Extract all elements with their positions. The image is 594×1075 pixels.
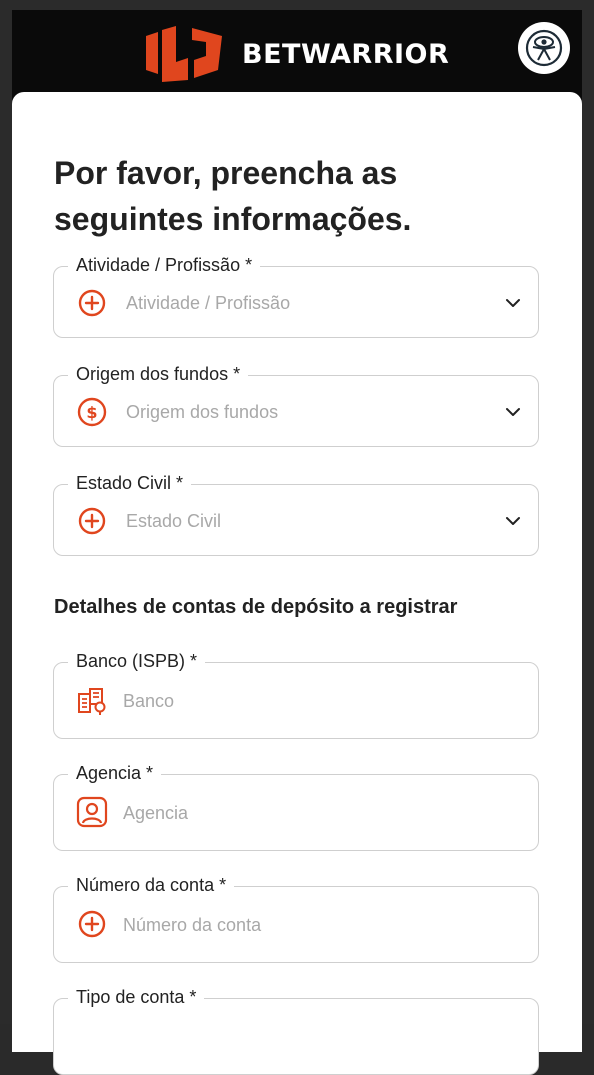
field-label: Agencia * bbox=[68, 761, 162, 785]
field-label: Atividade / Profissão * bbox=[68, 253, 261, 277]
account-type-field[interactable]: Tipo de conta * bbox=[53, 985, 539, 1075]
plus-circle-icon bbox=[76, 287, 108, 319]
betwarrior-w-logo-icon bbox=[146, 26, 222, 82]
brand-logo[interactable]: BETWARRIOR bbox=[144, 24, 474, 84]
field-label: Número da conta * bbox=[68, 873, 235, 897]
field-placeholder: Banco bbox=[123, 691, 175, 711]
top-header: BETWARRIOR bbox=[12, 10, 582, 100]
profession-select[interactable]: Atividade / Profissão * Atividade / Prof… bbox=[53, 253, 539, 338]
accessibility-button[interactable] bbox=[518, 22, 570, 74]
account-number-field[interactable]: Número da conta * Número da conta bbox=[53, 873, 539, 963]
field-placeholder: Agencia bbox=[123, 803, 189, 823]
form-card: Por favor, preencha as seguintes informa… bbox=[12, 92, 582, 1075]
funds-origin-select[interactable]: Origem dos fundos * $ Origem dos fundos bbox=[53, 362, 539, 447]
person-badge-icon bbox=[76, 796, 108, 828]
field-placeholder: Origem dos fundos bbox=[126, 402, 279, 422]
field-label: Banco (ISPB) * bbox=[68, 649, 206, 673]
chevron-down-icon bbox=[506, 517, 520, 525]
dollar-circle-icon: $ bbox=[76, 396, 108, 428]
field-label: Origem dos fundos * bbox=[68, 362, 249, 386]
agency-field[interactable]: Agencia * Agencia bbox=[53, 761, 539, 851]
chevron-down-icon bbox=[506, 299, 520, 307]
chevron-down-icon bbox=[506, 408, 520, 416]
app-frame: BETWARRIOR Por favor, preencha as seguin… bbox=[0, 0, 594, 1075]
accessibility-icon bbox=[525, 29, 563, 67]
field-label: Estado Civil * bbox=[68, 471, 192, 495]
marital-status-select[interactable]: Estado Civil * Estado Civil bbox=[53, 471, 539, 556]
deposit-section-title: Detalhes de contas de depósito a registr… bbox=[54, 596, 458, 618]
plus-circle-icon bbox=[76, 505, 108, 537]
field-placeholder: Estado Civil bbox=[126, 511, 222, 531]
bank-building-icon bbox=[76, 684, 108, 716]
brand-name: BETWARRIOR bbox=[242, 38, 450, 70]
page-title: Por favor, preencha as seguintes informa… bbox=[54, 155, 412, 237]
svg-text:$: $ bbox=[86, 403, 97, 422]
field-label: Tipo de conta * bbox=[68, 985, 205, 1009]
field-placeholder: Número da conta bbox=[123, 915, 262, 935]
field-placeholder: Atividade / Profissão bbox=[126, 293, 291, 313]
plus-circle-icon bbox=[76, 908, 108, 940]
bank-field[interactable]: Banco (ISPB) * Banco bbox=[53, 649, 539, 739]
